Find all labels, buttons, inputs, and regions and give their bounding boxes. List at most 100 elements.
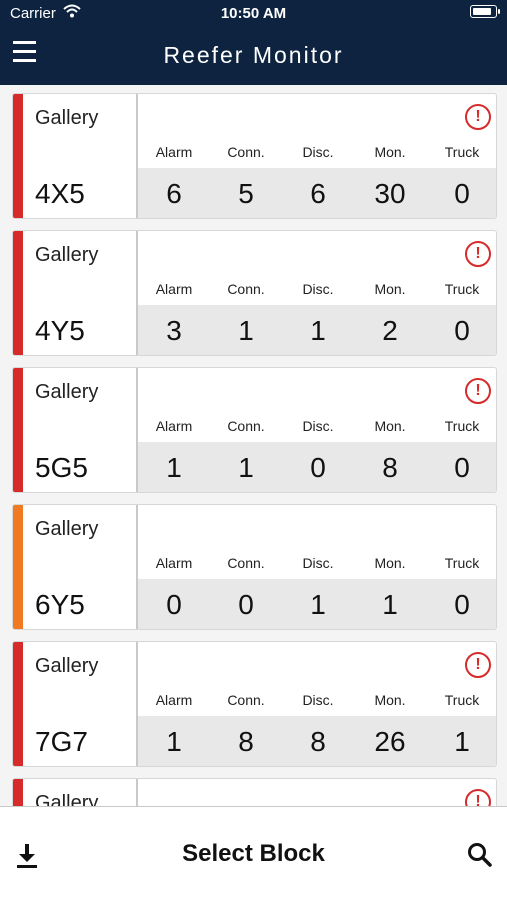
stat-value: 8 — [382, 452, 398, 483]
stat-value: 1 — [310, 589, 326, 620]
gallery-label: Gallery — [35, 381, 99, 403]
stat-value: 0 — [454, 452, 470, 483]
stat-column-label: Disc. — [302, 144, 334, 160]
block-info: Gallery 6Y5 — [23, 505, 138, 629]
stat-column-label: Mon. — [374, 692, 406, 708]
stats-header: Alarm Conn. Disc. Mon. Truck — [138, 281, 496, 297]
block-card[interactable]: Gallery 4X5! Alarm Conn. Disc. Mon. Truck 6 5 6 30… — [12, 93, 497, 219]
stats-values: 3 1 1 2 0 — [138, 305, 496, 355]
alert-icon: ! — [465, 652, 491, 678]
stat-value: 1 — [382, 589, 398, 620]
status-bar-indicator — [13, 779, 23, 806]
block-card[interactable]: Gallery 5G5! Alarm Conn. Disc. Mon. Truck 1 1 0 8 0 — [12, 367, 497, 493]
stat-column-label: Mon. — [374, 281, 406, 297]
stats-header: Alarm Conn. Disc. Mon. Truck — [138, 418, 496, 434]
block-name: 4Y5 — [35, 315, 85, 346]
stat-column-label: Truck — [444, 418, 480, 434]
block-name: 5G5 — [35, 452, 88, 483]
stat-value: 1 — [310, 315, 326, 346]
stat-value: 0 — [454, 589, 470, 620]
stat-column-label: Alarm — [155, 144, 193, 160]
stat-value: 1 — [238, 315, 254, 346]
stat-value: 1 — [166, 452, 182, 483]
stat-column-label: Truck — [444, 555, 480, 571]
stat-value: 6 — [166, 178, 182, 209]
stat-column-label: Disc. — [302, 418, 334, 434]
block-stats: ! Alarm Conn. Disc. Mon. Truck 1 1 0 8 0 — [138, 368, 496, 492]
stat-column-label: Disc. — [302, 555, 334, 571]
battery-icon — [470, 5, 500, 18]
block-stats: ! Alarm Conn. Disc. Mon. Truck 3 1 1 2 0 — [138, 231, 496, 355]
block-info: Gallery 7G7 — [23, 642, 138, 766]
block-name: 7G7 — [35, 726, 88, 757]
block-stats: ! Alarm Conn. Disc. Mon. Truck 1 8 8 26 1 — [138, 642, 496, 766]
stat-column-label: Alarm — [155, 692, 193, 708]
gallery-label: Gallery — [35, 518, 99, 540]
bottom-bar: Select Block — [0, 806, 507, 900]
stat-column-label: Truck — [444, 692, 480, 708]
block-card[interactable]: Gallery 4Y5! Alarm Conn. Disc. Mon. Truck 3 1 1 2 0 — [12, 230, 497, 356]
stat-column-label: Conn. — [227, 418, 265, 434]
stat-value: 1 — [238, 452, 254, 483]
stat-value: 26 — [374, 726, 406, 757]
status-bar-indicator — [13, 94, 23, 218]
status-bar-indicator — [13, 505, 23, 629]
stat-value: 30 — [374, 178, 406, 209]
stat-value: 1 — [166, 726, 182, 757]
block-card[interactable]: Gallery !AlarmConn.Disc.Mon.Truck — [12, 778, 497, 806]
search-icon[interactable] — [467, 842, 493, 868]
stat-value: 2 — [382, 315, 398, 346]
gallery-label: Gallery — [35, 244, 99, 266]
stat-value: 5 — [238, 178, 254, 209]
page-title: Reefer Monitor — [163, 42, 344, 68]
stat-column-label: Truck — [444, 281, 480, 297]
block-info: Gallery 4X5 — [23, 94, 138, 218]
stat-value: 0 — [166, 589, 182, 620]
stat-value: 0 — [238, 589, 254, 620]
stat-column-label: Disc. — [302, 692, 334, 708]
block-info: Gallery — [23, 779, 138, 806]
gallery-label: Gallery — [35, 107, 99, 129]
status-bar-indicator — [13, 642, 23, 766]
stats-values: 1 1 0 8 0 — [138, 442, 496, 492]
select-block-button[interactable]: Select Block — [0, 840, 507, 868]
gallery-label: Gallery — [35, 655, 99, 677]
stat-value: 0 — [454, 178, 470, 209]
stat-column-label: Mon. — [374, 555, 406, 571]
stats-header: Alarm Conn. Disc. Mon. Truck — [138, 555, 496, 571]
block-info: Gallery 4Y5 — [23, 231, 138, 355]
status-bar-indicator — [13, 368, 23, 492]
stat-column-label: Conn. — [227, 555, 265, 571]
stat-value: 1 — [454, 726, 470, 757]
stat-column-label: Alarm — [155, 555, 193, 571]
stats-values: 0 0 1 1 0 — [138, 579, 496, 629]
block-card[interactable]: Gallery 7G7! Alarm Conn. Disc. Mon. Truck 1 8 8 26… — [12, 641, 497, 767]
status-bar: Carrier 10:50 AM — [0, 0, 507, 28]
alert-icon: ! — [465, 241, 491, 267]
stat-column-label: Alarm — [155, 418, 193, 434]
block-info: Gallery 5G5 — [23, 368, 138, 492]
status-bar-indicator — [13, 231, 23, 355]
stat-column-label: Truck — [444, 144, 480, 160]
stat-column-label: Conn. — [227, 144, 265, 160]
stat-column-label: Mon. — [374, 144, 406, 160]
stat-value: 0 — [310, 452, 326, 483]
status-time: 10:50 AM — [220, 5, 287, 22]
block-stats: !AlarmConn.Disc.Mon.Truck — [138, 779, 496, 806]
stat-value: 3 — [166, 315, 182, 346]
block-stats: ! Alarm Conn. Disc. Mon. Truck 6 5 6 30 0 — [138, 94, 496, 218]
stats-header: Alarm Conn. Disc. Mon. Truck — [138, 144, 496, 160]
stats-values: 6 5 6 30 0 — [138, 168, 496, 218]
block-list[interactable]: Gallery 4X5! Alarm Conn. Disc. Mon. Truck 6 5 6 30… — [0, 85, 507, 806]
stat-column-label: Conn. — [227, 692, 265, 708]
stat-value: 6 — [310, 178, 326, 209]
block-card[interactable]: Gallery 6Y5 Alarm Conn. Disc. Mon. Truck 0 0 1 1 0 — [12, 504, 497, 630]
stat-value: 0 — [454, 315, 470, 346]
stat-column-label: Disc. — [302, 281, 334, 297]
block-name: 4X5 — [35, 178, 85, 209]
stat-column-label: Alarm — [155, 281, 193, 297]
stat-column-label: Mon. — [374, 418, 406, 434]
stat-column-label: Conn. — [227, 281, 265, 297]
alert-icon: ! — [465, 104, 491, 130]
stat-value: 8 — [238, 726, 254, 757]
